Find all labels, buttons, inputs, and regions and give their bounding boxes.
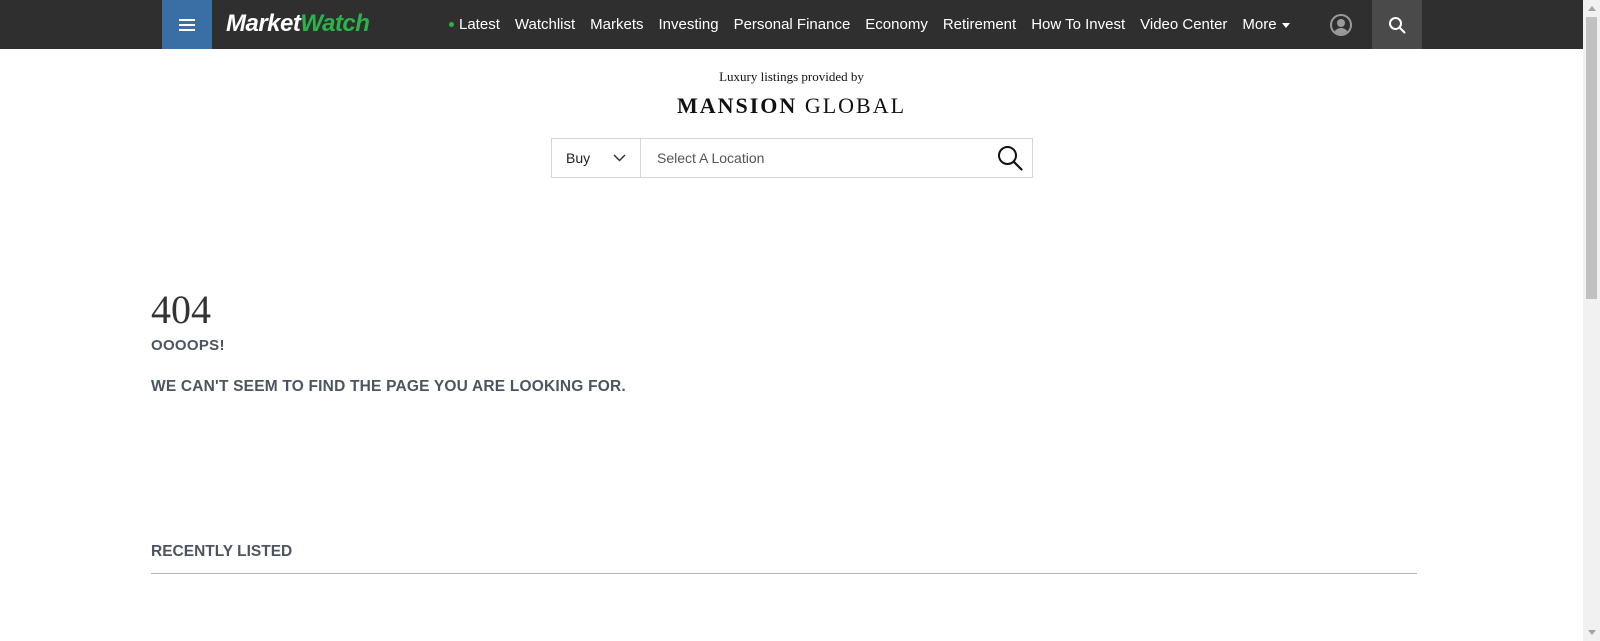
marketwatch-logo[interactable]: MarketWatch <box>226 8 370 40</box>
main-nav: Latest Watchlist Markets Investing Perso… <box>449 0 1305 49</box>
scroll-up-arrow[interactable] <box>1583 4 1600 14</box>
nav-retirement[interactable]: Retirement <box>943 16 1016 33</box>
nav-economy[interactable]: Economy <box>865 16 928 33</box>
nav-markets[interactable]: Markets <box>590 16 643 33</box>
nav-investing[interactable]: Investing <box>659 16 719 33</box>
nav-latest[interactable]: Latest <box>449 16 500 33</box>
live-dot-icon <box>449 22 454 27</box>
location-input[interactable] <box>641 139 988 177</box>
nav-personal-finance[interactable]: Personal Finance <box>734 16 851 33</box>
provided-by-label: Luxury listings provided by <box>719 69 864 84</box>
mansion-global-logo[interactable]: MANSION GLOBAL <box>0 93 1583 119</box>
scroll-down-arrow[interactable] <box>1583 627 1600 637</box>
listing-search-bar: Buy <box>551 138 1033 178</box>
caret-down-icon <box>1281 23 1290 28</box>
nav-watchlist[interactable]: Watchlist <box>515 16 575 33</box>
arrow-down-icon <box>1587 630 1596 635</box>
top-navigation-bar: MarketWatch Latest Watchlist Markets Inv… <box>0 0 1583 49</box>
search-icon <box>1389 16 1406 33</box>
nav-video-center[interactable]: Video Center <box>1140 16 1227 33</box>
error-message: WE CAN'T SEEM TO FIND THE PAGE YOU ARE L… <box>151 378 626 395</box>
listing-search-button[interactable] <box>988 139 1032 177</box>
chevron-down-icon <box>613 154 626 162</box>
user-icon <box>1337 19 1345 27</box>
error-title: OOOOPS! <box>151 337 225 354</box>
arrow-up-icon <box>1587 6 1596 11</box>
page-scrollbar[interactable] <box>1583 0 1600 641</box>
search-icon <box>998 146 1023 171</box>
nav-more[interactable]: More <box>1242 16 1290 33</box>
header-search-button[interactable] <box>1372 0 1422 49</box>
menu-button[interactable] <box>162 0 212 49</box>
scroll-thumb[interactable] <box>1586 17 1597 299</box>
section-divider <box>151 573 1417 574</box>
user-account-button[interactable] <box>1330 14 1352 36</box>
error-code: 404 <box>151 287 211 332</box>
nav-how-to-invest[interactable]: How To Invest <box>1031 16 1125 33</box>
recently-listed-heading: RECENTLY LISTED <box>151 543 293 560</box>
hamburger-icon <box>179 18 195 21</box>
listing-type-select[interactable]: Buy <box>552 139 641 177</box>
